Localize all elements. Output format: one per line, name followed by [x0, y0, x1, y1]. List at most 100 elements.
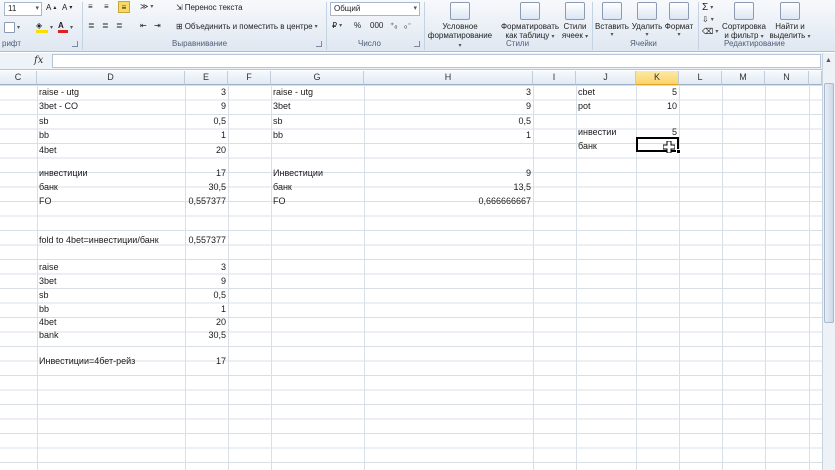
sort-filter-button[interactable]: Сортировка и фильтр ▾ [720, 2, 768, 42]
align-right-icon[interactable]: ≣ [116, 21, 123, 30]
align-center-icon[interactable]: ≣ [102, 21, 109, 30]
fill-color-icon[interactable]: ◈ ▾ [36, 21, 53, 33]
currency-icon[interactable]: ₽ ▾ [332, 21, 342, 30]
cell-j4[interactable]: инвестии [576, 125, 636, 139]
alignment-dialog-launcher[interactable] [316, 41, 322, 47]
formula-input[interactable] [52, 54, 821, 68]
column-header-f[interactable]: F [228, 71, 271, 85]
cell-e21[interactable]: 17 [185, 354, 228, 368]
column-header-c[interactable]: C [0, 71, 37, 85]
column-header-m[interactable]: M [722, 71, 765, 85]
insert-button[interactable]: Вставить ▾ [594, 2, 630, 40]
find-select-button[interactable]: Найти и выделить ▾ [768, 2, 812, 42]
cell-d3[interactable]: sb [37, 114, 185, 128]
format-button[interactable]: Формат ▾ [663, 2, 695, 40]
decrease-decimal-icon[interactable]: ₀⁻ [404, 21, 412, 30]
cell-d1[interactable]: raise - utg [37, 85, 185, 99]
insert-function-icon[interactable]: fx [34, 55, 43, 66]
cell-e5[interactable]: 20 [185, 143, 228, 157]
cell-d16[interactable]: sb [37, 288, 185, 302]
cell-d18[interactable]: 4bet [37, 315, 185, 329]
thousands-button[interactable]: 000 [370, 21, 383, 30]
cell-d8[interactable]: банк [37, 180, 185, 194]
cell-d19[interactable]: bank [37, 328, 185, 342]
font-dialog-launcher[interactable] [72, 41, 78, 47]
decrease-font-icon[interactable]: A ▾ [62, 3, 72, 12]
cell-g3[interactable]: sb [271, 114, 364, 128]
cell-styles-button[interactable]: Стили ячеек ▾ [561, 2, 589, 42]
cell-h1[interactable]: 3 [364, 85, 533, 99]
scroll-up-icon[interactable]: ▲ [825, 57, 832, 64]
cell-g7[interactable]: Инвестиции [271, 166, 364, 180]
cell-d7[interactable]: инвестиции [37, 166, 185, 180]
cell-e3[interactable]: 0,5 [185, 114, 228, 128]
column-header-d[interactable]: D [37, 71, 185, 85]
column-header-i[interactable]: I [533, 71, 576, 85]
cell-g8[interactable]: банк [271, 180, 364, 194]
cell-d15[interactable]: 3bet [37, 274, 185, 288]
column-header-l[interactable]: L [679, 71, 722, 85]
cell-g4[interactable]: bb [271, 128, 364, 142]
vertical-scrollbar[interactable]: ▲ [822, 53, 835, 470]
fill-handle[interactable] [676, 149, 681, 154]
cell-e1[interactable]: 3 [185, 85, 228, 99]
cell-d12[interactable]: fold to 4bet=инвестиции/банк [37, 233, 185, 247]
cell-e12[interactable]: 0,557377 [185, 233, 228, 247]
font-color-icon[interactable]: A ▾ [58, 21, 73, 33]
decrease-indent-icon[interactable]: ⇤ [140, 21, 147, 30]
borders-icon[interactable]: ▾ [4, 22, 20, 33]
format-as-table-button[interactable]: Форматировать как таблицу ▾ [500, 2, 560, 42]
cell-j5[interactable]: банк [576, 139, 636, 153]
increase-font-icon[interactable]: A ▴ [46, 3, 56, 12]
cell-j1[interactable]: cbet [576, 85, 636, 99]
cell-e18[interactable]: 20 [185, 315, 228, 329]
cell-e9[interactable]: 0,557377 [185, 194, 228, 208]
increase-decimal-icon[interactable]: ⁺₀ [390, 21, 398, 30]
cell-e14[interactable]: 3 [185, 260, 228, 274]
merge-center-button[interactable]: ⊞ Объединить и поместить в центре ▾ [176, 22, 318, 31]
scrollbar-thumb[interactable] [824, 83, 834, 323]
cell-d4[interactable]: bb [37, 128, 185, 142]
fill-icon[interactable]: ⇩ ▾ [702, 15, 714, 24]
cell-j2[interactable]: pot [576, 99, 636, 113]
column-header-g[interactable]: G [271, 71, 364, 85]
column-header-k[interactable]: K [636, 71, 679, 85]
autosum-icon[interactable]: Σ ▾ [702, 2, 713, 13]
font-size-select[interactable]: 11 ▾ [4, 2, 42, 16]
cell-h9[interactable]: 0,666666667 [364, 194, 533, 208]
cell-h2[interactable]: 9 [364, 99, 533, 113]
cell-d21[interactable]: Инвестиции=4бет-рейз [37, 354, 185, 368]
column-header-n[interactable]: N [765, 71, 809, 85]
cell-h3[interactable]: 0,5 [364, 114, 533, 128]
cell-e17[interactable]: 1 [185, 302, 228, 316]
cell-e7[interactable]: 17 [185, 166, 228, 180]
cell-g2[interactable]: 3bet [271, 99, 364, 113]
increase-indent-icon[interactable]: ⇥ [154, 21, 161, 30]
cell-e19[interactable]: 30,5 [185, 328, 228, 342]
cell-e4[interactable]: 1 [185, 128, 228, 142]
cell-e2[interactable]: 9 [185, 99, 228, 113]
clear-icon[interactable]: ⌫ ▾ [702, 27, 718, 36]
column-header-e[interactable]: E [185, 71, 228, 85]
cell-d9[interactable]: FO [37, 194, 185, 208]
orientation-icon[interactable]: ≫ ▾ [140, 2, 153, 11]
number-dialog-launcher[interactable] [414, 41, 420, 47]
cell-e16[interactable]: 0,5 [185, 288, 228, 302]
cell-h4[interactable]: 1 [364, 128, 533, 142]
wrap-text-button[interactable]: ⇲ Перенос текста [176, 3, 243, 12]
cell-g9[interactable]: FO [271, 194, 364, 208]
cell-h7[interactable]: 9 [364, 166, 533, 180]
align-middle-icon[interactable]: ≡ [104, 2, 109, 11]
cell-h8[interactable]: 13,5 [364, 180, 533, 194]
cell-d5[interactable]: 4bet [37, 143, 185, 157]
cell-e15[interactable]: 9 [185, 274, 228, 288]
cell-k1[interactable]: 5 [636, 85, 679, 99]
align-left-icon[interactable]: ≣ [88, 21, 95, 30]
delete-button[interactable]: Удалить ▾ [630, 2, 664, 40]
percent-button[interactable]: % [354, 21, 361, 30]
cell-d17[interactable]: bb [37, 302, 185, 316]
conditional-formatting-button[interactable]: Условное форматирование ▾ [428, 2, 492, 51]
cell-e8[interactable]: 30,5 [185, 180, 228, 194]
align-bottom-icon[interactable]: ≡ [118, 1, 130, 13]
number-format-select[interactable]: Общий ▾ [330, 2, 420, 16]
